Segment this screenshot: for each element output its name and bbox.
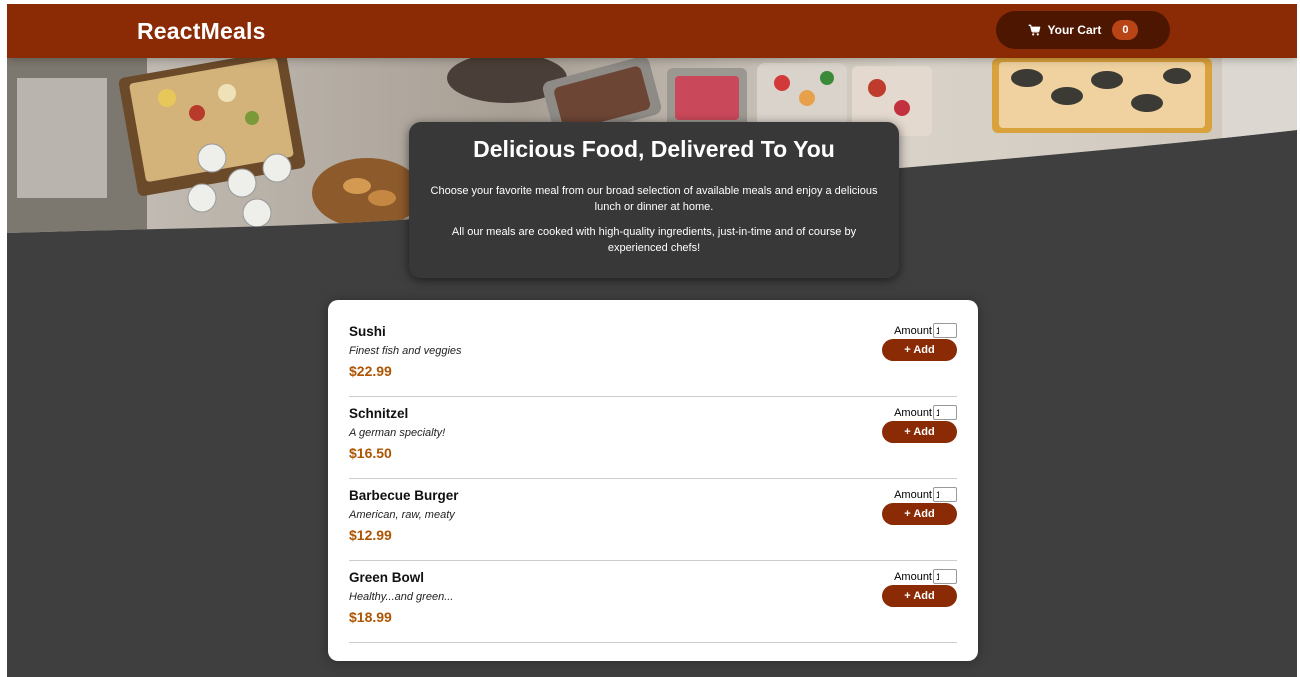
add-to-cart-button[interactable]: + Add [882, 585, 957, 607]
summary-paragraph-2: All our meals are cooked with high-quali… [451, 226, 857, 254]
main-header: ReactMeals Your Cart 0 [7, 4, 1297, 58]
amount-input[interactable] [933, 323, 957, 338]
add-to-cart-button[interactable]: + Add [882, 503, 957, 525]
available-meals-card: Sushi Finest fish and veggies $22.99 Amo… [328, 300, 978, 661]
amount-label: Amount [894, 406, 932, 419]
amount-input[interactable] [933, 569, 957, 584]
cart-count-badge: 0 [1112, 20, 1139, 40]
meal-price: $16.50 [349, 445, 392, 461]
cart-icon [1028, 24, 1041, 37]
meal-add-form: Amount + Add [877, 487, 957, 525]
meal-price: $22.99 [349, 363, 392, 379]
meal-name: Green Bowl [349, 570, 425, 585]
meal-item: Barbecue Burger American, raw, meaty $12… [349, 479, 957, 561]
add-to-cart-button[interactable]: + Add [882, 339, 957, 361]
amount-row: Amount [877, 405, 957, 420]
meal-add-form: Amount + Add [877, 323, 957, 361]
meal-description: Healthy...and green... [349, 591, 454, 603]
amount-row: Amount [877, 323, 957, 338]
amount-row: Amount [877, 569, 957, 584]
summary-title: Delicious Food, Delivered To You [473, 136, 835, 162]
meal-description: Finest fish and veggies [349, 345, 462, 357]
add-to-cart-button[interactable]: + Add [882, 421, 957, 443]
meal-info: Green Bowl Healthy...and green... $18.99 [349, 570, 957, 625]
cart-label: Your Cart [1047, 23, 1102, 37]
amount-row: Amount [877, 487, 957, 502]
meal-item: Green Bowl Healthy...and green... $18.99… [349, 561, 957, 643]
meal-add-form: Amount + Add [877, 405, 957, 443]
amount-label: Amount [894, 570, 932, 583]
meal-name: Sushi [349, 324, 386, 339]
meal-info: Schnitzel A german specialty! $16.50 [349, 406, 957, 461]
meal-add-form: Amount + Add [877, 569, 957, 607]
meal-price: $18.99 [349, 609, 392, 625]
meal-description: A german specialty! [349, 427, 446, 439]
meal-description: American, raw, meaty [349, 509, 455, 521]
meal-name: Barbecue Burger [349, 488, 459, 503]
meals-summary: Delicious Food, Delivered To You Choose … [409, 122, 899, 278]
app-root: ReactMeals Your Cart 0 Delicious Food, D… [7, 4, 1297, 677]
meal-info: Barbecue Burger American, raw, meaty $12… [349, 488, 957, 543]
meal-price: $12.99 [349, 527, 392, 543]
meal-list: Sushi Finest fish and veggies $22.99 Amo… [349, 315, 957, 643]
amount-input[interactable] [933, 405, 957, 420]
cart-button[interactable]: Your Cart 0 [996, 11, 1170, 49]
meal-info: Sushi Finest fish and veggies $22.99 [349, 324, 957, 379]
meal-item: Schnitzel A german specialty! $16.50 Amo… [349, 397, 957, 479]
meal-item: Sushi Finest fish and veggies $22.99 Amo… [349, 315, 957, 397]
summary-paragraph-1: Choose your favorite meal from our broad… [430, 185, 878, 213]
amount-label: Amount [894, 488, 932, 501]
amount-label: Amount [894, 324, 932, 337]
meal-name: Schnitzel [349, 406, 409, 421]
amount-input[interactable] [933, 487, 957, 502]
brand-title: ReactMeals [137, 18, 266, 44]
